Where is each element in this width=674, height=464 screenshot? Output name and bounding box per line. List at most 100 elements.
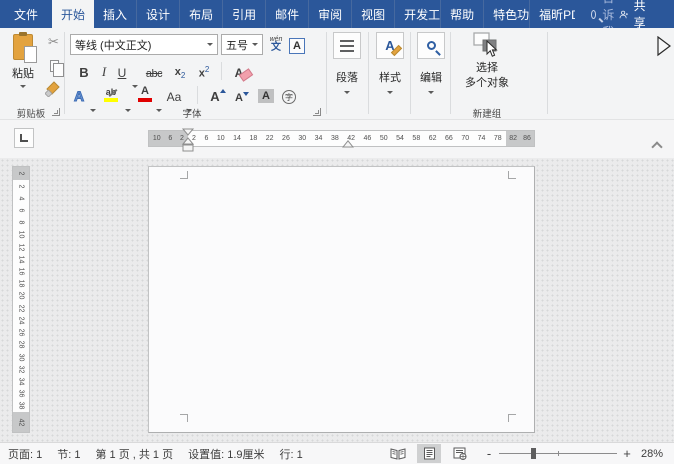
styles-group-button[interactable]: A 样式 — [371, 32, 409, 94]
clear-formatting-button[interactable]: A — [229, 60, 249, 80]
grow-font-button[interactable]: A — [206, 84, 224, 104]
zoom-out-button[interactable]: - — [483, 446, 495, 461]
ruler-number: 38 — [331, 135, 339, 142]
character-border-icon: A — [289, 38, 305, 54]
margin-crop-mark-bottom-right — [508, 414, 516, 422]
print-layout-button[interactable] — [417, 444, 441, 463]
status-line-number[interactable]: 行: 1 — [280, 446, 303, 462]
character-shading-button[interactable]: A — [256, 83, 276, 103]
font-name-value: 等线 (中文正文) — [75, 37, 151, 53]
tab-developer[interactable]: 开发工具 — [395, 0, 441, 28]
font-size-value: 五号 — [226, 37, 248, 53]
ruler-number: 30 — [17, 353, 24, 361]
tab-home[interactable]: 开始 — [52, 0, 94, 28]
ruler-number: 32 — [17, 365, 24, 373]
highlight-color-button[interactable]: ab — [101, 82, 121, 102]
font-name-dropdown-arrow[interactable] — [207, 43, 213, 46]
font-size-dropdown-arrow[interactable] — [252, 43, 258, 46]
view-switcher — [386, 444, 472, 463]
zoom-in-button[interactable]: + — [621, 446, 633, 461]
share-button[interactable]: 共享 — [619, 0, 650, 28]
change-case-button[interactable]: Aa — [165, 84, 183, 104]
ruler-bottom-margin: 42 — [13, 412, 29, 432]
web-layout-icon — [453, 447, 467, 460]
tab-file[interactable]: 文件 — [0, 0, 52, 28]
ruler-number: 6 — [204, 135, 208, 142]
status-page-of[interactable]: 第 1 页 , 共 1 页 — [95, 446, 173, 462]
shrink-font-button[interactable]: A — [230, 84, 248, 104]
tab-layout[interactable]: 布局 — [180, 0, 223, 28]
status-section[interactable]: 节: 1 — [57, 446, 80, 462]
font-dialog-launcher[interactable] — [313, 108, 321, 116]
text-effects-button[interactable]: A — [71, 84, 87, 104]
collapse-ribbon-icon[interactable] — [653, 140, 662, 149]
status-page-number[interactable]: 页面: 1 — [8, 446, 42, 462]
subscript-button[interactable]: x2 — [172, 60, 188, 80]
ruler-number: 36 — [17, 390, 24, 398]
left-tab-icon — [20, 134, 28, 142]
status-setting-value[interactable]: 设置值: 1.9厘米 — [188, 446, 264, 462]
ruler-number: 8 — [18, 221, 25, 225]
ruler-number: 82 — [509, 135, 517, 142]
horizontal-ruler: 1062 26101418222630343842465054586266707… — [148, 130, 535, 147]
underline-button[interactable]: U — [116, 60, 128, 80]
tab-insert[interactable]: 插入 — [94, 0, 137, 28]
ruler-number: 12 — [17, 243, 24, 251]
zoom-slider[interactable] — [499, 448, 617, 459]
clipboard-dialog-launcher[interactable] — [52, 108, 60, 116]
right-indent-marker[interactable] — [342, 140, 354, 148]
cut-button[interactable]: ✂ — [45, 34, 62, 51]
italic-button[interactable]: I — [98, 60, 110, 80]
phonetic-guide-button[interactable]: wén 文 — [268, 33, 284, 53]
tab-help[interactable]: 帮助 — [441, 0, 484, 28]
zoom-slider-thumb[interactable] — [531, 448, 536, 459]
font-size-combobox[interactable]: 五号 — [221, 34, 263, 55]
ruler-number: 2 — [18, 172, 25, 176]
ruler-number: 42 — [17, 418, 24, 426]
strikethrough-button[interactable]: abc — [142, 60, 166, 80]
ruler-number: 50 — [380, 135, 388, 142]
ruler-number: 10 — [217, 135, 225, 142]
text-effects-icon: A — [74, 88, 84, 104]
document-page[interactable] — [148, 166, 535, 433]
ruler-number: 38 — [17, 402, 24, 410]
font-color-button[interactable]: A — [136, 82, 154, 102]
font-name-combobox[interactable]: 等线 (中文正文) — [70, 34, 218, 55]
ruler-number: 18 — [249, 135, 257, 142]
highlight-icon: ab — [104, 88, 118, 102]
tab-special-features[interactable]: 特色功能 — [484, 0, 530, 28]
character-border-button[interactable]: A — [288, 34, 306, 54]
zoom-percentage[interactable]: 28% — [641, 448, 663, 460]
margin-crop-mark-top-left — [180, 171, 188, 179]
tab-references[interactable]: 引用 — [223, 0, 266, 28]
ruler-number: 22 — [266, 135, 274, 142]
edge-cursor — [657, 36, 673, 58]
tab-view[interactable]: 视图 — [352, 0, 395, 28]
tell-me-search[interactable]: 告诉我 — [591, 0, 619, 28]
tab-mailings[interactable]: 邮件 — [266, 0, 309, 28]
superscript-button[interactable]: x2 — [196, 60, 212, 80]
paste-dropdown-arrow[interactable] — [20, 85, 26, 88]
editing-group-button[interactable]: 编辑 — [412, 32, 450, 94]
copy-button[interactable] — [46, 57, 63, 74]
tab-stop-selector[interactable] — [14, 128, 34, 148]
mouse-cursor — [486, 40, 498, 58]
web-layout-button[interactable] — [448, 444, 472, 463]
format-painter-icon — [45, 81, 60, 97]
tab-design[interactable]: 设计 — [137, 0, 180, 28]
paste-button[interactable]: 粘贴 — [3, 31, 43, 103]
ruler-number: 20 — [17, 292, 24, 300]
paragraph-group-button[interactable]: 段落 — [328, 32, 366, 94]
font-group-label: 字体 — [66, 106, 318, 120]
enclose-characters-button[interactable]: 字 — [281, 84, 297, 104]
read-mode-button[interactable] — [386, 444, 410, 463]
paste-label: 粘贴 — [12, 65, 34, 81]
ruler-number: 26 — [282, 135, 290, 142]
vertical-ruler: 2 2468101214161820222426283032343638 42 — [12, 166, 30, 433]
ruler-number: 62 — [429, 135, 437, 142]
tab-foxit-pdf[interactable]: 福昕PDF — [530, 0, 575, 28]
tab-review[interactable]: 审阅 — [309, 0, 352, 28]
bold-button[interactable]: B — [76, 60, 92, 80]
indent-markers[interactable] — [182, 128, 194, 152]
format-painter-button[interactable] — [44, 80, 61, 97]
